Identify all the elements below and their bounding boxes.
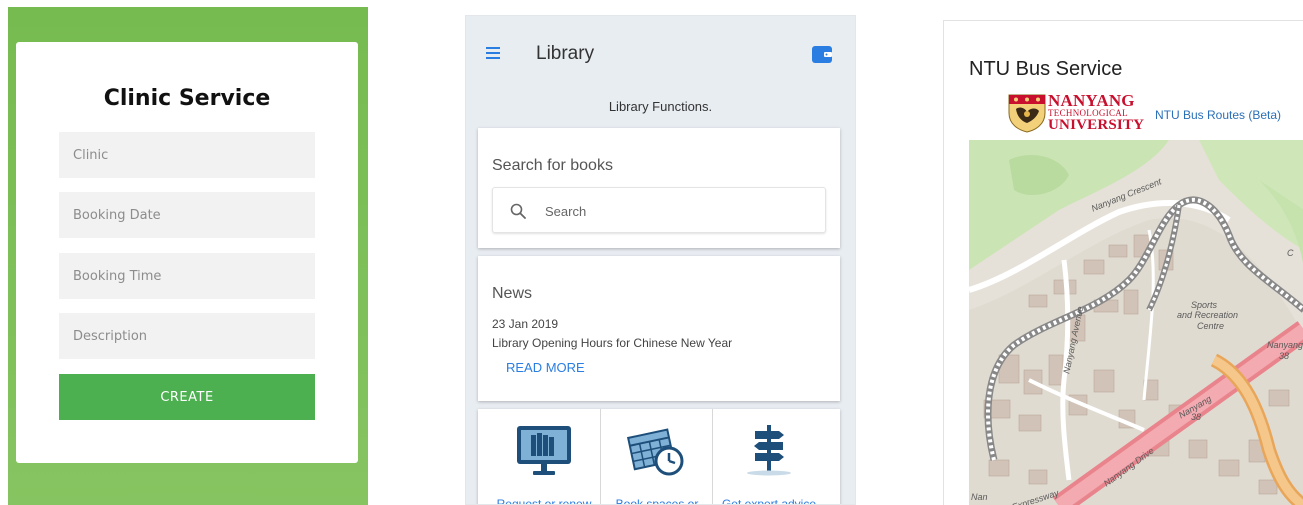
search-input[interactable] — [545, 200, 805, 222]
service-expert-advice[interactable]: Get expert advice — [712, 409, 824, 504]
service-request-renew[interactable]: Request or renew — [488, 409, 600, 504]
clinic-form-card: Clinic Service CREATE — [16, 42, 358, 463]
clinic-title: Clinic Service — [103, 86, 271, 111]
search-icon — [510, 203, 526, 219]
bus-panel: NTU Bus Service NANYANG TECHNOLOGICAL UN… — [943, 20, 1303, 505]
wallet-icon[interactable] — [812, 46, 832, 63]
services-card: Request or renew Book spaces or Get expe… — [478, 409, 840, 504]
service-book-spaces[interactable]: Book spaces or — [600, 409, 712, 504]
library-title: Library — [536, 43, 595, 64]
service-label: Request or renew — [496, 497, 592, 505]
news-heading: News — [492, 285, 533, 302]
bus-routes-link[interactable]: NTU Bus Routes (Beta) — [1155, 108, 1281, 122]
library-panel: Library Library Functions. Search for bo… — [465, 15, 856, 505]
read-more-link[interactable]: READ MORE — [506, 360, 585, 375]
booking-date-input[interactable] — [59, 192, 315, 238]
bus-title: NTU Bus Service — [969, 58, 1123, 80]
search-card: Search for books — [478, 128, 840, 248]
signpost-icon — [747, 425, 791, 476]
service-label: Get expert advice — [721, 497, 817, 505]
search-heading: Search for books — [492, 157, 613, 174]
service-label: Book spaces or — [615, 497, 699, 505]
description-input[interactable] — [59, 313, 315, 359]
library-subtitle: Library Functions. — [608, 99, 713, 114]
news-date: 23 Jan 2019 — [492, 317, 559, 331]
calendar-clock-icon — [627, 428, 684, 476]
search-box[interactable] — [492, 187, 826, 233]
news-text: Library Opening Hours for Chinese New Ye… — [492, 336, 733, 350]
news-card: News 23 Jan 2019 Library Opening Hours f… — [478, 256, 840, 401]
clinic-panel: Clinic Service CREATE — [8, 7, 368, 505]
ntu-wordmark: NANYANG TECHNOLOGICAL UNIVERSITY — [1048, 91, 1145, 133]
hamburger-menu-icon[interactable] — [486, 47, 500, 59]
library-header: Library — [466, 16, 855, 96]
create-button[interactable]: CREATE — [59, 374, 315, 420]
booking-time-input[interactable] — [59, 253, 315, 299]
computer-books-icon — [517, 426, 571, 475]
campus-map[interactable]: Nanyang Crescent Sports and Recreation C… — [969, 140, 1303, 505]
ntu-crest-icon — [1008, 94, 1046, 133]
clinic-input[interactable] — [59, 132, 315, 178]
